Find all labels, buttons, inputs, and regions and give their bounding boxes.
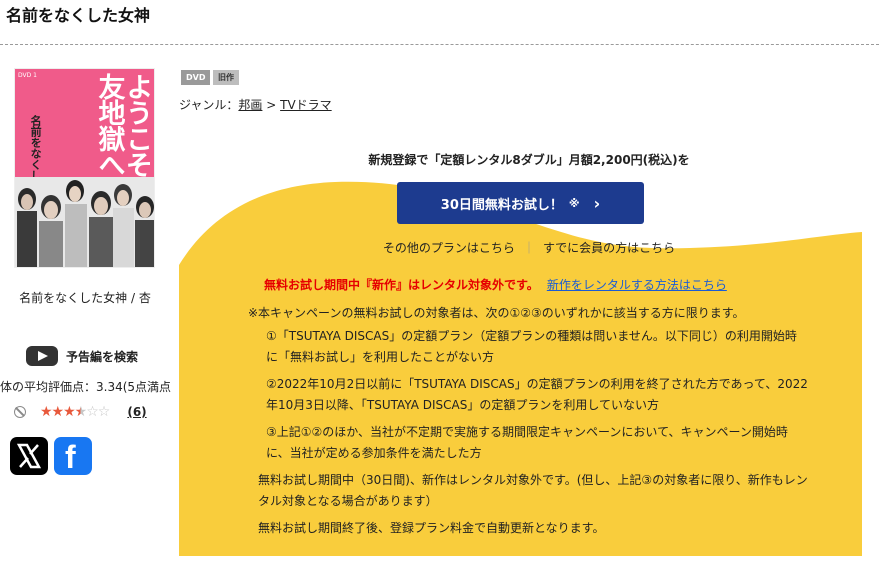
new-release-rental-link[interactable]: 新作をレンタルする方法はこちら — [547, 278, 727, 292]
member-login-link[interactable]: すでに会員の方はこちら — [543, 241, 675, 255]
rating-stars: ★★★★☆☆ — [40, 404, 110, 420]
condition-3: ③上記①②のほか、当社が不定期で実施する期間限定キャンペーンにおいて、キャンペー… — [266, 425, 788, 460]
campaign-notes: ※本キャンペーンの無料お試しの対象者は、次の①②③のいずれかに該当する方に限りま… — [248, 303, 808, 545]
trial-period-note: 無料お試し期間中（30日間)、新作はレンタル対象外です。(但し、上記③の対象者に… — [258, 473, 808, 508]
genre-link-japanese-film[interactable]: 邦画 — [238, 98, 262, 112]
format-badge: DVD — [181, 70, 211, 85]
warning-text: 無料お試し期間中『新作』はレンタル対象外です。 — [264, 278, 539, 292]
chevron-right-icon: › — [593, 193, 601, 213]
campaign-lead: 新規登録で「定額レンタル8ダブル」月額2,200円(税込)を — [368, 153, 690, 167]
average-rating-text: 体の平均評価点：3.34(5点満点 — [0, 380, 172, 394]
genre-link-tv-drama[interactable]: TVドラマ — [280, 98, 332, 112]
trailer-search-label: 予告編を検索 — [66, 349, 139, 364]
cover-cast-photo — [15, 177, 154, 267]
free-trial-button[interactable]: 30日間無料お試し！ ※ › — [397, 182, 644, 224]
rating-row: ★★★★☆☆ (6) — [14, 403, 147, 421]
star-half: ★ — [74, 404, 88, 420]
genre-breadcrumb: ジャンル：邦画 > TVドラマ — [179, 96, 332, 113]
prohibited-icon[interactable] — [14, 406, 26, 418]
share-x-button[interactable] — [10, 437, 48, 475]
video-play-icon — [26, 346, 58, 366]
work-caption: 名前をなくした女神 / 杏 — [19, 291, 151, 305]
review-count-link[interactable]: (6) — [127, 405, 146, 419]
x-logo-icon — [16, 443, 42, 469]
notes-lead: ※本キャンペーンの無料お試しの対象者は、次の①②③のいずれかに該当する方に限りま… — [248, 306, 745, 320]
plan-links: その他のプランはこちら ｜ すでに会員の方はこちら — [179, 239, 879, 256]
page-title: 名前をなくした女神 — [6, 6, 151, 25]
genre-separator: > — [262, 98, 281, 112]
stars-full: ★★★ — [40, 404, 76, 420]
free-trial-note-mark: ※ — [568, 196, 580, 210]
auto-renewal-note: 無料お試し期間終了後、登録プラン料金で自動更新となります。 — [258, 521, 605, 535]
cover-image[interactable]: DVD 1 ようこそ、ママ友地獄へ。 名前をなくした女神 — [14, 68, 155, 268]
stars-empty: ☆☆ — [86, 404, 110, 420]
cover-volume-mark: DVD 1 — [18, 72, 37, 79]
plan-links-separator: ｜ — [522, 241, 535, 255]
condition-2: ②2022年10月2日以前に「TSUTAYA DISCAS」の定額プランの利用を… — [266, 377, 808, 412]
facebook-logo-icon: f — [65, 439, 76, 475]
genre-prefix: ジャンル： — [179, 98, 239, 112]
title-divider — [0, 44, 879, 45]
trailer-search-button[interactable]: 予告編を検索 — [26, 345, 138, 367]
other-plans-link[interactable]: その他のプランはこちら — [383, 241, 515, 255]
free-trial-label: 30日間無料お試し！ — [440, 197, 563, 213]
condition-1: ①「TSUTAYA DISCAS」の定額プラン（定額プランの種類は問いません。以… — [266, 329, 797, 364]
age-badge: 旧作 — [213, 70, 239, 85]
new-release-warning: 無料お試し期間中『新作』はレンタル対象外です。 新作をレンタルする方法はこちら — [264, 276, 727, 293]
share-facebook-button[interactable]: f — [54, 437, 92, 475]
